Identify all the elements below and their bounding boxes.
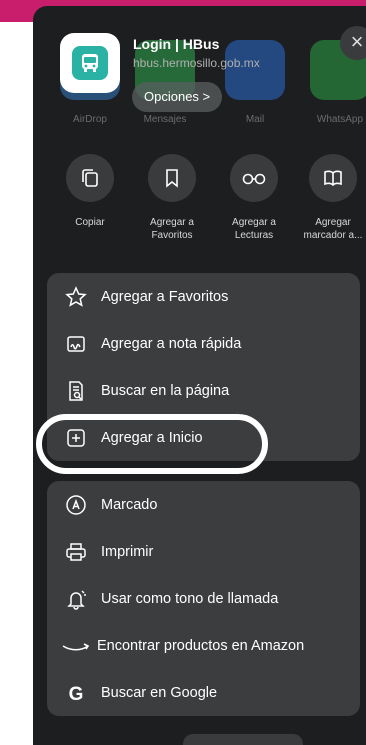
- share-target-label: WhatsApp: [316, 114, 364, 125]
- bookmark-icon: [148, 154, 196, 202]
- close-icon: ×: [350, 29, 364, 54]
- printer-icon: [65, 541, 87, 563]
- page-url: hbus.hermosillo.gob.mx: [133, 56, 260, 70]
- share-target-label: Mensajes: [143, 114, 187, 125]
- menu-item-label: Buscar en Google: [101, 684, 218, 701]
- menu-item-markup[interactable]: Marcado: [47, 481, 360, 528]
- close-button[interactable]: ×: [340, 26, 366, 60]
- menu-item-label: Agregar a nota rápida: [101, 335, 242, 352]
- share-target-label: AirDrop: [73, 114, 107, 125]
- edit-actions-button[interactable]: [183, 734, 303, 745]
- menu-item-amazon[interactable]: Encontrar productos en Amazon: [47, 622, 360, 669]
- quick-note-icon: [65, 333, 87, 355]
- menu-item-quick-note[interactable]: Agregar a nota rápida: [47, 320, 360, 367]
- star-icon: [65, 285, 87, 308]
- menu-item-google[interactable]: G Buscar en Google: [47, 669, 360, 716]
- svg-text:G: G: [69, 684, 84, 704]
- menu-item-print[interactable]: Imprimir: [47, 528, 360, 575]
- copy-icon: [66, 154, 114, 202]
- menu-item-find-in-page[interactable]: Buscar en la página: [47, 367, 360, 414]
- menu-group-secondary: Marcado Imprimir Usar como tono de llama…: [47, 481, 360, 716]
- menu-item-label: Marcado: [101, 496, 158, 513]
- action-label: Agregar a Favoritos: [150, 217, 194, 241]
- quick-actions: Copiar Agregar a Favoritos Agregar a Lec…: [33, 154, 366, 264]
- menu-item-label: Buscar en la página: [101, 382, 230, 399]
- action-add-bookmark[interactable]: Agregar marcador a...: [295, 154, 366, 242]
- action-label: Copiar: [75, 217, 105, 228]
- bus-icon: [72, 46, 108, 80]
- menu-item-add-favorites[interactable]: Agregar a Favoritos: [47, 273, 360, 320]
- action-label: Agregar a Lecturas: [232, 217, 276, 241]
- action-add-reading-list[interactable]: Agregar a Lecturas: [216, 154, 292, 242]
- markup-icon: [65, 494, 87, 516]
- bell-icon: [65, 588, 87, 610]
- mail-icon: [225, 40, 285, 100]
- find-in-page-icon: [65, 380, 87, 402]
- share-sheet: AirDrop Mensajes Mail WhatsApp Login | H…: [33, 6, 366, 745]
- page-title: Login | HBus: [133, 36, 220, 52]
- menu-item-ringtone[interactable]: Usar como tono de llamada: [47, 575, 360, 622]
- glasses-icon: [230, 154, 278, 202]
- menu-item-label: Imprimir: [101, 543, 154, 560]
- menu-item-label: Encontrar productos en Amazon: [97, 637, 305, 654]
- action-label: Agregar marcador a...: [303, 217, 363, 241]
- action-add-favorites[interactable]: Agregar a Favoritos: [134, 154, 210, 242]
- menu-item-label: Usar como tono de llamada: [101, 590, 279, 607]
- share-target-mail[interactable]: Mail: [225, 40, 285, 125]
- google-icon: G: [65, 682, 87, 704]
- highlight-ring: [36, 414, 268, 474]
- amazon-icon: [61, 635, 91, 657]
- options-button[interactable]: Opciones >: [132, 82, 223, 112]
- book-icon: [309, 154, 357, 202]
- app-icon: [60, 33, 120, 93]
- menu-item-label: Agregar a Favoritos: [101, 288, 229, 305]
- share-target-label: Mail: [245, 114, 265, 125]
- action-copy[interactable]: Copiar: [52, 154, 128, 229]
